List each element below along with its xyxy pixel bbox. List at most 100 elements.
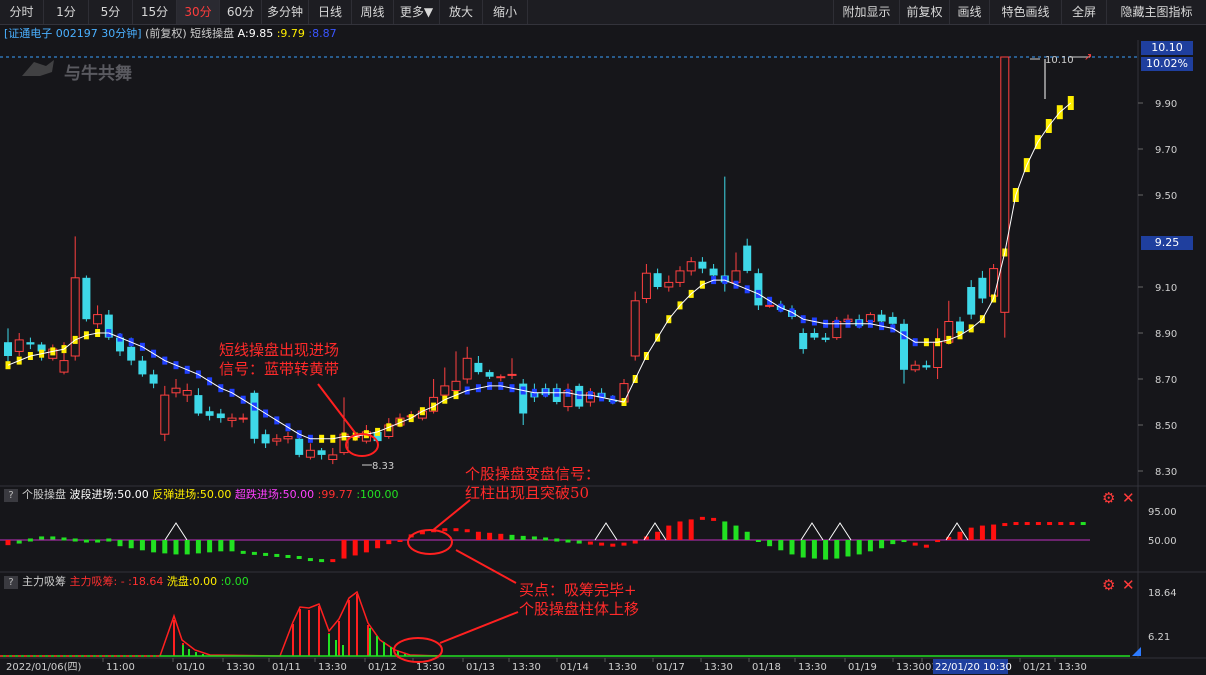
time-tick-label: 01/14 (560, 662, 589, 673)
panel2-wash: 洗盘:0.00 (166, 575, 218, 588)
time-tick-label: 01/13 (466, 662, 495, 673)
time-tick-label: 01/18 (752, 662, 781, 673)
operation-dot (50, 536, 56, 540)
candle-body (474, 362, 483, 373)
candle-body (653, 273, 662, 287)
operation-bar (173, 540, 179, 555)
panel2-tick-label: 18.64 (1148, 588, 1177, 599)
candle-body (227, 417, 237, 421)
candle-body (205, 411, 214, 416)
panel2-name: 主力吸筹 (22, 575, 66, 588)
operation-bar (979, 525, 985, 540)
current-price-box: 10.10 (1141, 41, 1193, 55)
time-tick-label: 01/19 (848, 662, 877, 673)
settings-icon[interactable]: ⚙ (1102, 577, 1115, 593)
operation-dot (274, 553, 280, 557)
candle-body (731, 270, 741, 283)
operation-bar (722, 521, 728, 540)
candle-body (967, 287, 976, 315)
candle-body (26, 342, 35, 345)
operation-dot (711, 517, 717, 521)
candle-body (93, 314, 103, 325)
operation-dot (554, 538, 560, 542)
candle-body (900, 323, 908, 370)
panel1-value-2: :100.00 (356, 488, 399, 501)
buy-point-pointer-1 (455, 549, 517, 584)
turn-signal-pointer (431, 499, 471, 532)
close-icon[interactable]: ✕ (1122, 577, 1135, 593)
peak-triangle (594, 522, 618, 541)
low-price-label: 8.33 (372, 461, 394, 472)
candle-body (261, 434, 270, 444)
candle-body (171, 387, 181, 394)
time-tick-label: 01/10 (176, 662, 205, 673)
operation-bar (935, 540, 941, 543)
logo: 与牛共舞 (22, 60, 132, 84)
operation-dot (296, 556, 302, 560)
candle-body (485, 372, 494, 377)
operation-bar (688, 519, 694, 540)
panel1-name: 个股操盘 (22, 488, 66, 501)
operation-bar (117, 540, 123, 547)
operation-bar (487, 532, 493, 540)
operation-bar (991, 524, 997, 540)
annotation-entry-signal: 短线操盘出现进场 信号：蓝带转黄带 (219, 341, 340, 378)
panel1-value-1: :99.77 (317, 488, 353, 501)
operation-dot (621, 542, 627, 546)
time-tick-label: 2022/01/06(四) (6, 662, 82, 673)
operation-bar (151, 540, 157, 553)
settings-icon[interactable]: ⚙ (1102, 490, 1115, 506)
price-tick-label: 9.50 (1155, 191, 1177, 202)
price-tick-label: 8.70 (1155, 375, 1177, 386)
help-icon[interactable]: ? (4, 575, 18, 589)
candle-body (754, 273, 763, 306)
operation-dot (1058, 522, 1064, 526)
operation-bar (733, 525, 739, 540)
price-tick-label: 9.90 (1155, 99, 1177, 110)
close-icon[interactable]: ✕ (1122, 490, 1135, 506)
operation-bar (834, 540, 840, 559)
limit-up-arrow: ↗ (1084, 52, 1092, 63)
high-price-label: 10.10 (1045, 55, 1074, 66)
operation-dot (330, 559, 336, 563)
operation-dot (1035, 522, 1041, 526)
time-tick-label: 01/12 (368, 662, 397, 673)
candle-body (138, 360, 147, 375)
operation-bar (901, 540, 907, 543)
operation-dot (240, 550, 246, 554)
turn-signal-circle (407, 529, 453, 555)
candle-body (283, 436, 293, 440)
time-tick-label: 13:30 (226, 662, 255, 673)
candle-body (507, 373, 517, 376)
operation-dot (263, 552, 269, 556)
operation-bar (755, 540, 761, 542)
operation-dot (319, 559, 325, 563)
operation-bar (128, 540, 134, 549)
time-tick-label: 13:30 (1058, 662, 1087, 673)
time-tick-label: 13:30 (512, 662, 541, 673)
candle-body (989, 268, 999, 297)
operation-dot (95, 539, 101, 543)
buy-point-pointer-2 (439, 611, 519, 644)
time-tick-label: 22/01/20 10:30 (935, 662, 1012, 673)
candle-body (216, 413, 225, 419)
operation-dot (1024, 522, 1030, 526)
operation-bar (5, 540, 11, 546)
operation-dot (251, 551, 257, 555)
time-tick-label: 13:30 (896, 662, 925, 673)
candle-body (160, 394, 170, 435)
short-term-band (5, 96, 1074, 443)
operation-dot (610, 543, 616, 547)
operation-dot (1002, 523, 1008, 527)
panel2-tick-label: 6.21 (1148, 632, 1170, 643)
price-tick-label: 8.90 (1155, 329, 1177, 340)
operation-dot (39, 536, 45, 540)
help-icon[interactable]: ? (4, 488, 18, 502)
operation-bar (139, 540, 145, 551)
panel2-absorb-value: :18.64 (128, 575, 164, 588)
candle-body (440, 385, 450, 396)
candle-body (14, 339, 24, 352)
time-tick-label: 01/17 (656, 662, 685, 673)
panel1-tick-label: 95.00 (1148, 507, 1177, 518)
operation-bar (968, 527, 974, 540)
